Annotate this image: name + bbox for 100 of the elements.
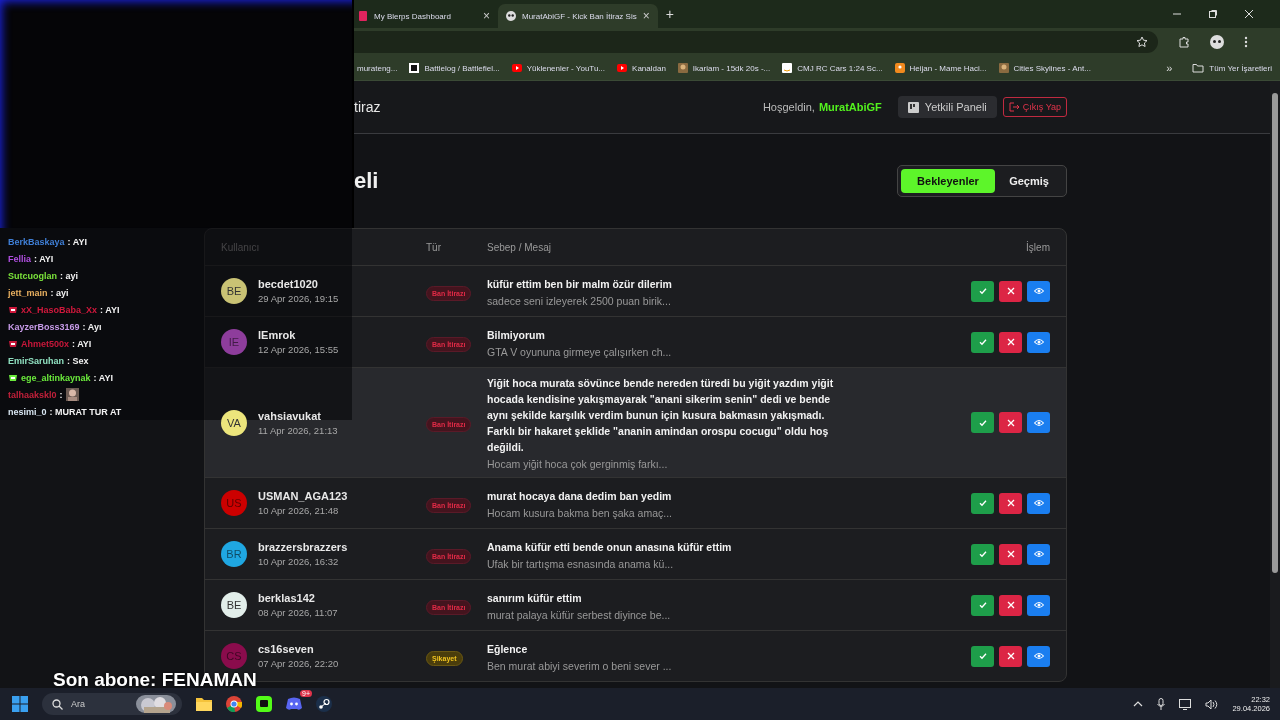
monitor-icon[interactable]: [1179, 698, 1192, 710]
view-button[interactable]: [1027, 280, 1050, 302]
search-icon: [52, 698, 63, 710]
all-bookmarks[interactable]: Tüm Yer İşaretleri: [1192, 63, 1272, 73]
reject-button[interactable]: [999, 492, 1022, 514]
eye-icon: [1033, 550, 1044, 558]
reject-button[interactable]: [999, 412, 1022, 433]
bookmark[interactable]: Kanaldan: [617, 63, 666, 73]
close-icon[interactable]: [1244, 9, 1254, 19]
chat-message: : AYI: [67, 236, 87, 247]
approve-button[interactable]: [971, 645, 994, 667]
check-icon: [978, 287, 987, 295]
reason-title: Yiğit hoca murata sövünce bende nereden türedi bu yiğit yazdım yiğit hocada kendisine yakışmayarak "anani sikerim senin" dedi ve bende aynı şekilde karşılık verdim bunun için kusura bakmasın yakışmadı. Farklı bir hakaret şeklide "ananin amindan orospu cocugu" oldu hoş değildi.: [487, 376, 835, 455]
reason-title: sanırım küfür ettim: [487, 590, 583, 606]
maximize-icon[interactable]: [1208, 9, 1218, 19]
reject-button[interactable]: [999, 280, 1022, 302]
play-icon: [617, 63, 628, 73]
new-tab-button[interactable]: +: [665, 6, 674, 22]
bookmark[interactable]: Battlelog / Battlefiel...: [409, 63, 500, 73]
reject-button[interactable]: [999, 543, 1022, 565]
filter-tab[interactable]: Geçmiş: [995, 169, 1063, 193]
site-icon: [677, 63, 688, 73]
bookmark[interactable]: Ikariam - 15dk 20s -...: [677, 63, 771, 73]
menu-icon[interactable]: [1244, 36, 1248, 48]
eye-icon: [1033, 418, 1044, 427]
subscriber-text: Son abone: FENAMAN: [53, 669, 257, 691]
caret-up-icon[interactable]: [1133, 701, 1144, 707]
reject-button[interactable]: [999, 331, 1022, 353]
site-icon: [998, 63, 1009, 73]
avatar: IE: [221, 329, 247, 355]
chat-message: : AYI: [100, 304, 120, 315]
view-button[interactable]: [1027, 594, 1050, 616]
chat-message: : AYI: [93, 372, 113, 383]
chat-username: BerkBaskaya: [8, 236, 65, 247]
close-icon[interactable]: ×: [483, 9, 490, 23]
reason-title: Anama küfür etti bende onun anasına küfür ettim: [487, 539, 733, 555]
check-icon: [978, 601, 987, 609]
view-button[interactable]: [1027, 543, 1050, 565]
folder-icon[interactable]: [196, 697, 212, 711]
microphone-icon[interactable]: [1157, 698, 1166, 710]
bookmark[interactable]: murateng...: [357, 63, 398, 73]
play-icon: [511, 63, 522, 73]
user-name: brazzersbrazzers: [258, 541, 348, 553]
view-button[interactable]: [1027, 645, 1050, 667]
chat-message: : MURAT TUR AT: [49, 406, 122, 417]
chat-username: talhaakskl0: [8, 389, 57, 400]
avatar: VA: [221, 409, 247, 436]
chat-message: : ayi: [50, 287, 69, 298]
approve-button[interactable]: [971, 543, 994, 565]
approve-button[interactable]: [971, 280, 994, 302]
chat-app-icon[interactable]: [256, 696, 272, 712]
skull-icon: [506, 11, 516, 21]
reject-button[interactable]: [999, 594, 1022, 616]
speaker-icon[interactable]: [1205, 698, 1219, 710]
chat-username: jett_main: [8, 287, 48, 298]
scrollbar-thumb[interactable]: [1272, 93, 1278, 573]
admin-panel-button[interactable]: Yetkili Paneli: [897, 96, 997, 118]
filter-tab[interactable]: Bekleyenler: [901, 169, 995, 193]
puzzle-icon[interactable]: [1178, 36, 1190, 48]
close-icon[interactable]: ×: [642, 9, 650, 23]
check-icon: [978, 338, 987, 346]
browser-tab[interactable]: My Blerps Dashboard ×: [350, 4, 498, 28]
site-icon: [894, 63, 905, 73]
date-text: 07 Apr 2026, 22:20: [258, 658, 339, 669]
approve-button[interactable]: [971, 594, 994, 616]
logo-icon: [358, 11, 368, 21]
logout-button[interactable]: Çıkış Yap: [1002, 97, 1067, 117]
steam-icon[interactable]: [316, 696, 332, 712]
bookmark[interactable]: Heijan - Mame Haci...: [894, 63, 987, 73]
approve-button[interactable]: [971, 492, 994, 514]
bookmark[interactable]: CMJ RC Cars 1:24 Sc...: [782, 63, 883, 73]
reject-button[interactable]: [999, 645, 1022, 667]
chat-username: ege_altinkaynak: [21, 372, 91, 383]
avatar: US: [221, 490, 247, 516]
avatar: BE: [221, 278, 247, 304]
browser-tab[interactable]: MuratAbiGF - Kick Ban İtiraz Sis ×: [498, 4, 658, 28]
discord-icon[interactable]: [286, 697, 302, 711]
view-button[interactable]: [1027, 331, 1050, 353]
logout-icon: [1008, 102, 1020, 112]
avatar-icon[interactable]: [1210, 35, 1224, 49]
message-preview: Hocam kusura bakma ben şaka amaç...: [487, 506, 673, 519]
close-icon: [1006, 287, 1015, 295]
chat-username: nesimi_0: [8, 406, 47, 417]
approve-button[interactable]: [971, 331, 994, 353]
bookmark[interactable]: Yüklenenler - YouTu...: [511, 63, 606, 73]
chat-username: xX_HasoBaba_Xx: [21, 304, 98, 315]
chat-username: Ahmet500x: [21, 338, 70, 349]
star-icon[interactable]: [1136, 36, 1148, 48]
date-text: 12 Apr 2026, 15:55: [258, 344, 339, 355]
more-bookmarks-button[interactable]: »: [1166, 62, 1173, 74]
close-icon: [1006, 499, 1015, 507]
chat-message: : Ayı: [82, 321, 102, 332]
chrome-icon[interactable]: [226, 696, 242, 712]
date-text: 29 Apr 2026, 19:15: [258, 293, 339, 304]
reason-title: murat hocaya dana dedim ban yedim: [487, 488, 673, 504]
avatar: CS: [221, 643, 247, 669]
bookmark[interactable]: Cities Skylines - Ant...: [998, 63, 1091, 73]
chat-username: Fellia: [8, 253, 31, 264]
view-button[interactable]: [1027, 492, 1050, 514]
search-field[interactable]: Ara: [42, 693, 182, 715]
